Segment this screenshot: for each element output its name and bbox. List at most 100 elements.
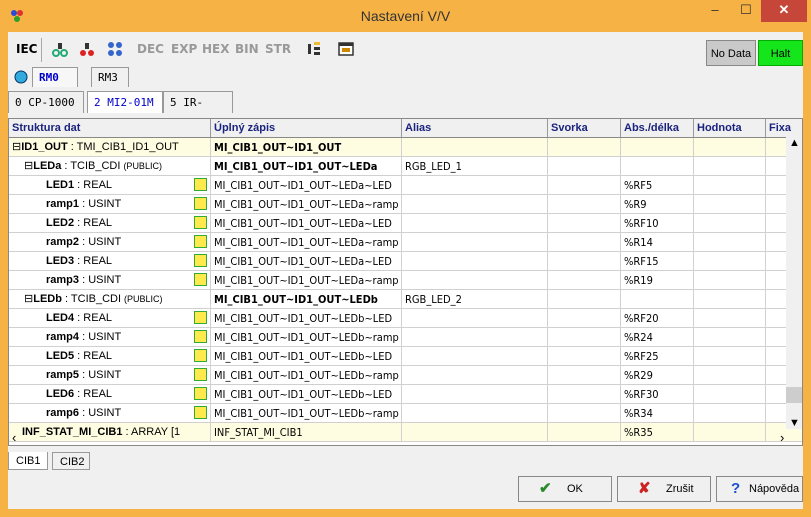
cell-svorka[interactable] <box>548 328 621 347</box>
cell-hodnota[interactable] <box>694 214 766 233</box>
cell-alias[interactable] <box>402 138 548 157</box>
cell-hodnota[interactable] <box>694 271 766 290</box>
cancel-button[interactable]: ✘ Zrušit <box>617 476 711 502</box>
table-row[interactable]: LED3 : REAL MI_CIB1_OUT~ID1_OUT~LEDa~LED%… <box>9 252 802 271</box>
tab-module-cp1000[interactable]: 0 CP-1000 <box>8 91 84 113</box>
io-arrow-icon[interactable] <box>194 387 207 400</box>
cell-full-path[interactable]: MI_CIB1_OUT~ID1_OUT~LEDa~ramp <box>211 271 402 290</box>
cell-svorka[interactable] <box>548 138 621 157</box>
cell-hodnota[interactable] <box>694 176 766 195</box>
table-row[interactable]: ramp1 : USINT MI_CIB1_OUT~ID1_OUT~LEDa~ra… <box>9 195 802 214</box>
cell-hodnota[interactable] <box>694 366 766 385</box>
table-row[interactable]: ramp5 : USINT MI_CIB1_OUT~ID1_OUT~LEDb~ra… <box>9 366 802 385</box>
cell-full-path[interactable]: MI_CIB1_OUT~ID1_OUT~LEDb~LED <box>211 385 402 404</box>
io-arrow-icon[interactable] <box>194 197 207 210</box>
cell-abs[interactable]: %R19 <box>621 271 694 290</box>
sort-icon[interactable] <box>305 40 323 58</box>
io-arrow-icon[interactable] <box>194 254 207 267</box>
cell-structure[interactable]: LED6 : REAL <box>9 385 211 404</box>
table-row[interactable]: LED4 : REAL MI_CIB1_OUT~ID1_OUT~LEDb~LED%… <box>9 309 802 328</box>
column-header-full[interactable]: Úplný zápis <box>211 119 402 137</box>
cell-abs[interactable]: %RF25 <box>621 347 694 366</box>
cell-structure[interactable]: LED5 : REAL <box>9 347 211 366</box>
cell-alias[interactable]: RGB_LED_1 <box>402 157 548 176</box>
hex-button[interactable]: HEX <box>202 42 230 56</box>
scroll-left-icon[interactable]: ‹ <box>12 430 16 445</box>
table-row[interactable]: LED5 : REAL MI_CIB1_OUT~ID1_OUT~LEDb~LED%… <box>9 347 802 366</box>
table-row[interactable]: ramp2 : USINT MI_CIB1_OUT~ID1_OUT~LEDa~ra… <box>9 233 802 252</box>
cell-full-path[interactable]: MI_CIB1_OUT~ID1_OUT~LEDb~LED <box>211 309 402 328</box>
tree-toggle-icon[interactable]: ⊟ <box>24 293 33 305</box>
cell-hodnota[interactable] <box>694 138 766 157</box>
cell-hodnota[interactable] <box>694 157 766 176</box>
scroll-right-icon[interactable]: › <box>780 430 784 445</box>
cell-alias[interactable] <box>402 366 548 385</box>
scroll-up-icon[interactable]: ▲ <box>789 137 800 149</box>
cell-structure[interactable]: ⊟ID1_OUT : TMI_CIB1_ID1_OUT <box>9 138 211 157</box>
cell-structure[interactable]: ramp6 : USINT <box>9 404 211 423</box>
cell-hodnota[interactable] <box>694 328 766 347</box>
table-row[interactable]: ramp3 : USINT MI_CIB1_OUT~ID1_OUT~LEDa~ra… <box>9 271 802 290</box>
cell-alias[interactable] <box>402 328 548 347</box>
cell-svorka[interactable] <box>548 252 621 271</box>
cell-svorka[interactable] <box>548 233 621 252</box>
cell-structure[interactable]: ramp5 : USINT <box>9 366 211 385</box>
cell-abs[interactable]: %R14 <box>621 233 694 252</box>
cell-abs[interactable]: %R24 <box>621 328 694 347</box>
iec-button[interactable]: IEC <box>16 42 37 56</box>
io-arrow-icon[interactable] <box>194 368 207 381</box>
cell-alias[interactable] <box>402 195 548 214</box>
cell-alias[interactable] <box>402 385 548 404</box>
cell-abs[interactable]: %R9 <box>621 195 694 214</box>
stop-icon[interactable] <box>78 40 96 58</box>
public-checkbox-label[interactable]: (PUBLIC) <box>123 161 162 171</box>
tab-rm3[interactable]: RM3 <box>91 67 129 87</box>
cell-abs[interactable]: %R34 <box>621 404 694 423</box>
tab-cib1[interactable]: CIB1 <box>8 452 48 470</box>
cell-full-path[interactable]: MI_CIB1_OUT~ID1_OUT~LEDb~ramp <box>211 328 402 347</box>
table-row[interactable]: LED6 : REAL MI_CIB1_OUT~ID1_OUT~LEDb~LED%… <box>9 385 802 404</box>
cell-svorka[interactable] <box>548 366 621 385</box>
cell-hodnota[interactable] <box>694 309 766 328</box>
cell-svorka[interactable] <box>548 290 621 309</box>
cell-structure[interactable]: LED3 : REAL <box>9 252 211 271</box>
cell-full-path[interactable]: MI_CIB1_OUT~ID1_OUT <box>211 138 402 157</box>
cell-svorka[interactable] <box>548 176 621 195</box>
cell-abs[interactable] <box>621 290 694 309</box>
column-header-fixa[interactable]: Fixa <box>766 119 802 137</box>
io-arrow-icon[interactable] <box>194 406 207 419</box>
cell-abs[interactable]: %RF10 <box>621 214 694 233</box>
cell-svorka[interactable] <box>548 271 621 290</box>
public-checkbox-label[interactable]: (PUBLIC) <box>124 294 163 304</box>
cell-hodnota[interactable] <box>694 195 766 214</box>
str-button[interactable]: STR <box>265 42 291 56</box>
cell-hodnota[interactable] <box>694 404 766 423</box>
tree-toggle-icon[interactable]: ⊟ <box>24 160 33 172</box>
cell-structure[interactable]: ramp4 : USINT <box>9 328 211 347</box>
column-header-svorka[interactable]: Svorka <box>548 119 621 137</box>
table-row[interactable]: LED1 : REAL MI_CIB1_OUT~ID1_OUT~LEDa~LED%… <box>9 176 802 195</box>
cell-structure[interactable]: ramp2 : USINT <box>9 233 211 252</box>
io-arrow-icon[interactable] <box>194 311 207 324</box>
cell-structure[interactable]: ⊟LEDa : TCIB_CDI (PUBLIC) <box>9 157 211 176</box>
io-arrow-icon[interactable] <box>194 349 207 362</box>
tab-module-ir1061[interactable]: 5 IR-1061 <box>163 91 233 131</box>
cell-hodnota[interactable] <box>694 347 766 366</box>
table-row[interactable]: LED2 : REAL MI_CIB1_OUT~ID1_OUT~LEDa~LED%… <box>9 214 802 233</box>
table-row[interactable]: ramp6 : USINT MI_CIB1_OUT~ID1_OUT~LEDb~ra… <box>9 404 802 423</box>
dec-button[interactable]: DEC <box>137 42 164 56</box>
close-button[interactable]: ✕ <box>761 0 807 22</box>
table-row[interactable]: ramp4 : USINT MI_CIB1_OUT~ID1_OUT~LEDb~ra… <box>9 328 802 347</box>
maximize-button[interactable]: ☐ <box>731 0 761 22</box>
cell-svorka[interactable] <box>548 385 621 404</box>
cell-svorka[interactable] <box>548 347 621 366</box>
cell-structure[interactable]: ⊟LEDb : TCIB_CDI (PUBLIC) <box>9 290 211 309</box>
tab-module-mi201m[interactable]: 2 MI2-01M <box>87 91 163 113</box>
io-arrow-icon[interactable] <box>194 216 207 229</box>
cell-svorka[interactable] <box>548 214 621 233</box>
cell-alias[interactable] <box>402 271 548 290</box>
table-row[interactable]: ⊟ID1_OUT : TMI_CIB1_ID1_OUT MI_CIB1_OUT~I… <box>9 138 802 157</box>
cell-structure[interactable]: LED1 : REAL <box>9 176 211 195</box>
help-button[interactable]: ? Nápověda <box>716 476 803 502</box>
horizontal-scrollbar[interactable]: ‹ › <box>8 430 803 446</box>
